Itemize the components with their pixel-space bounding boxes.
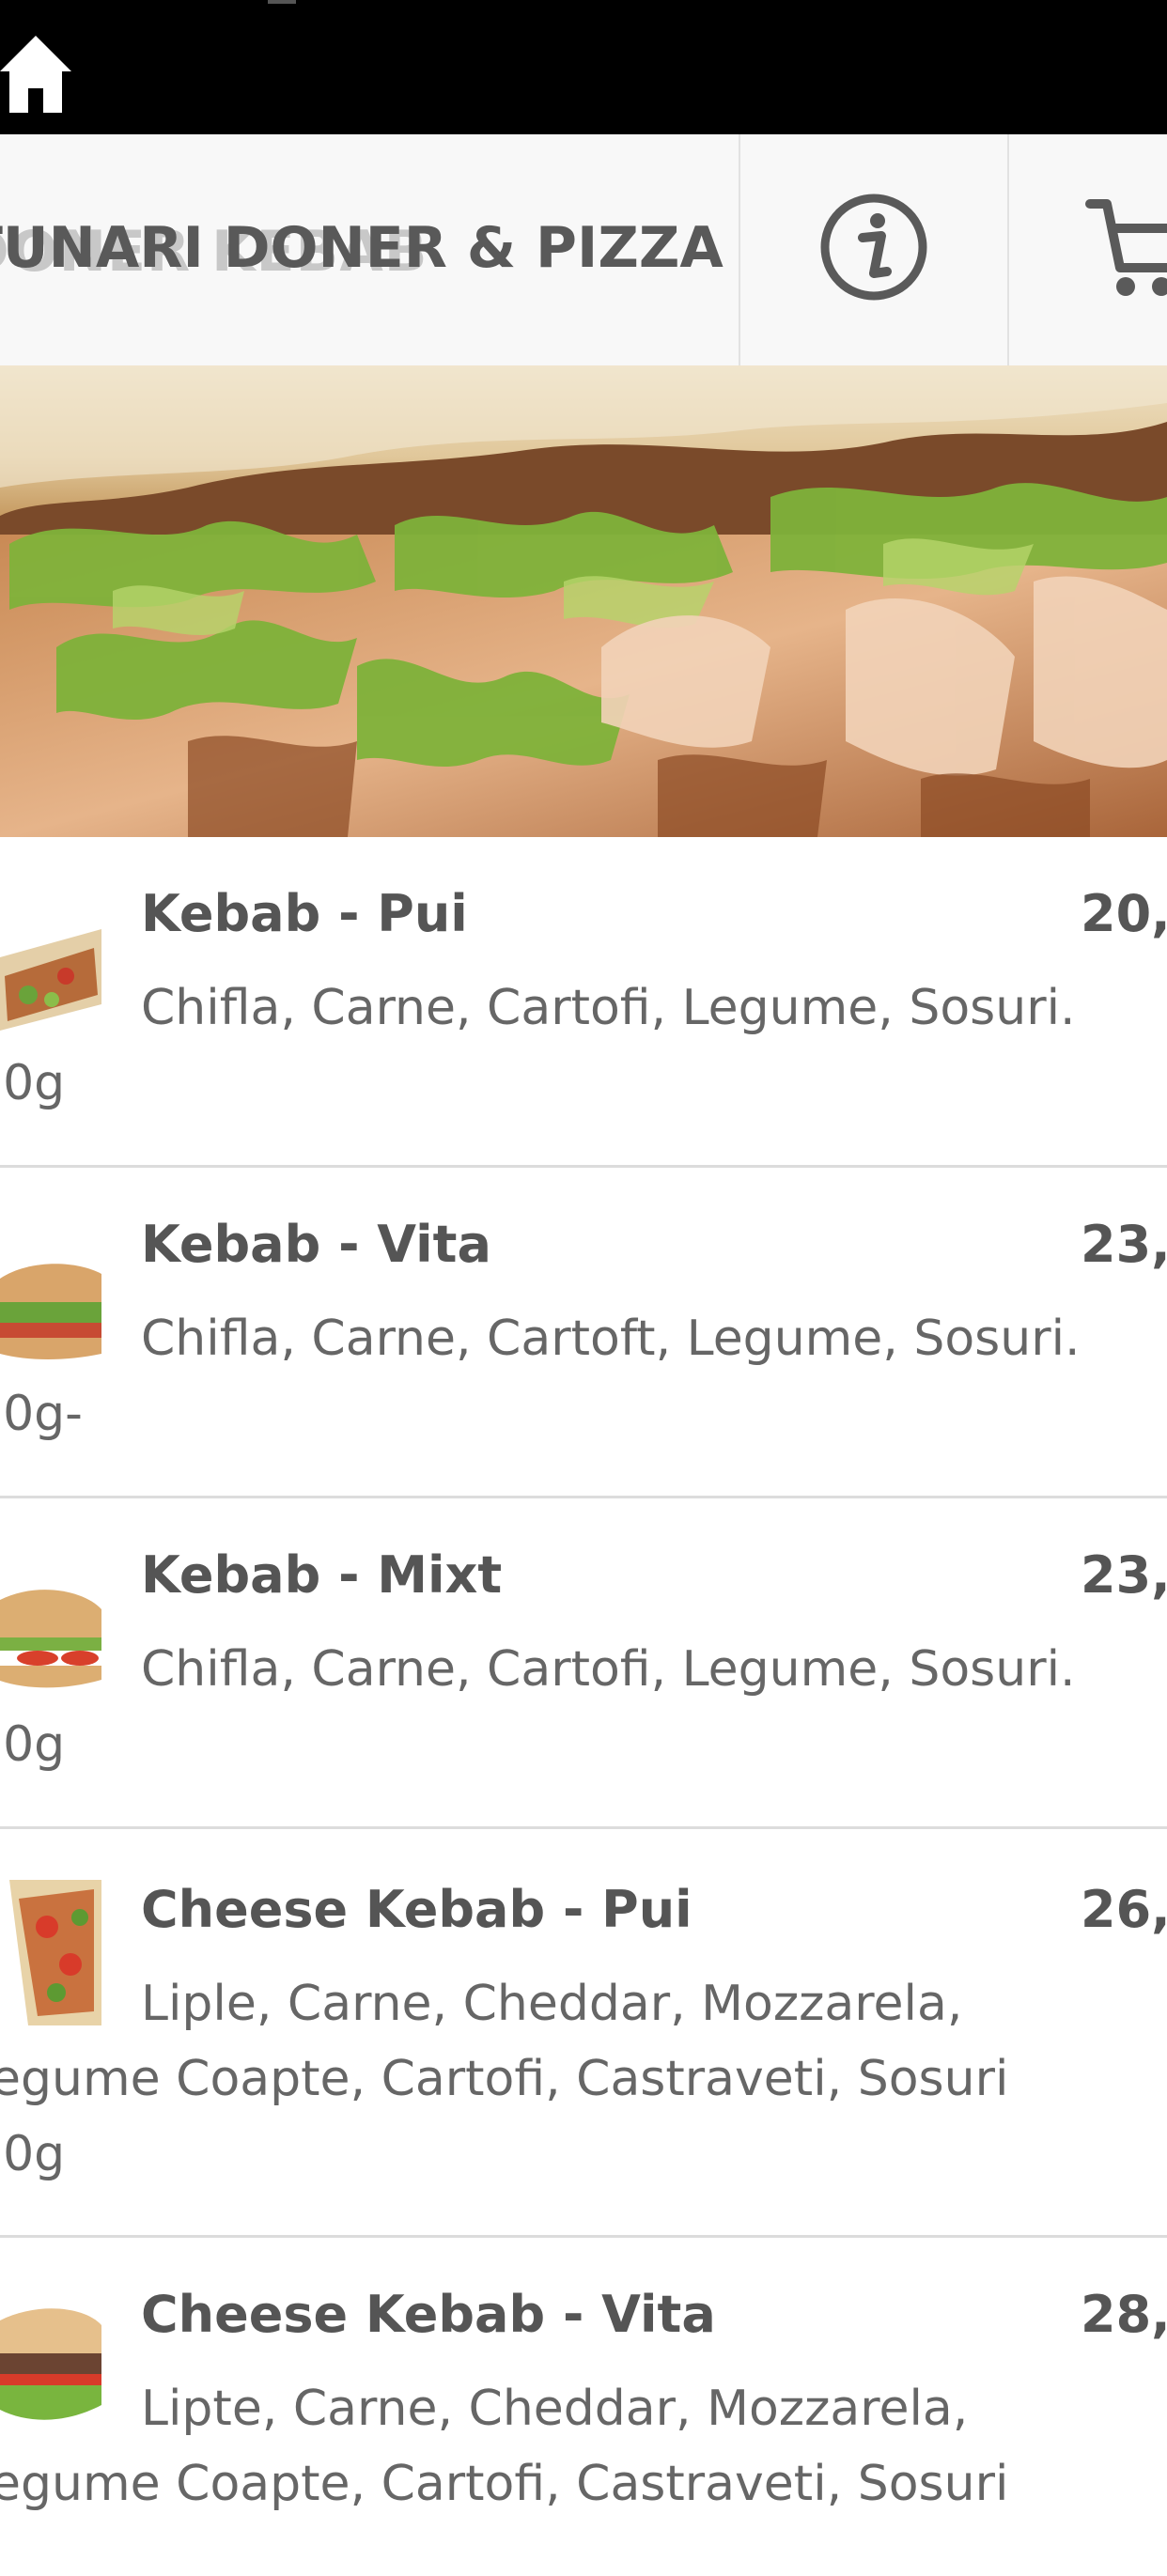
item-price: 23,0 — [1081, 1545, 1167, 1605]
cart-button[interactable] — [1009, 134, 1167, 365]
item-weight-wrap: 50g — [0, 2126, 85, 2192]
menu-item[interactable]: Kebab - Pui 20,0 Chifla, Carne, Cartofi,… — [0, 837, 1167, 1168]
item-weight: 50g- — [0, 1386, 83, 1442]
info-button[interactable] — [740, 134, 1007, 365]
item-name: Kebab - Mixt — [141, 1545, 503, 1605]
item-weight-wrap: 50g- — [0, 1386, 103, 1451]
item-description: Chifla, Carne, Cartofi, Legume, Sosuri. — [141, 1641, 1076, 1698]
restaurant-title: TUNARI DONER & PIZZA — [0, 215, 724, 281]
item-desc-line2-wrap: egume Coapte, Cartofi, Castraveti, Sosur… — [0, 2051, 1167, 2117]
top-bar — [0, 0, 1167, 134]
item-description: Chifla, Carne, Cartofi, Legume, Sosuri. — [141, 980, 1076, 1036]
doner-kebab-photo — [0, 365, 1167, 837]
item-description-line2: egume Coapte, Cartofi, Castraveti, Sosur… — [0, 2456, 1009, 2512]
item-price: 23,0 — [1081, 1215, 1167, 1274]
cart-icon — [1085, 199, 1167, 296]
title-area: DONER KEBAB TUNARI DONER & PIZZA — [0, 134, 739, 365]
status-indicator — [268, 0, 296, 4]
menu-item[interactable]: Kebab - Mixt 23,0 Chifla, Carne, Cartofi… — [0, 1498, 1167, 1829]
item-weight: 50g — [0, 1716, 66, 1773]
item-name: Kebab - Pui — [141, 884, 468, 943]
item-weight-wrap: 50g — [0, 1055, 85, 1121]
item-thumbnail — [0, 2302, 101, 2433]
restaurant-header: DONER KEBAB TUNARI DONER & PIZZA — [0, 134, 1167, 366]
info-icon — [820, 194, 927, 301]
item-price: 20,0 — [1081, 884, 1167, 943]
item-price: 26,0 — [1081, 1880, 1167, 1939]
menu-item[interactable]: Kebab - Vita 23,0 Chifla, Carne, Cartoft… — [0, 1168, 1167, 1498]
item-name: Cheese Kebab - Pui — [141, 1880, 692, 1939]
item-thumbnail — [0, 1250, 101, 1361]
item-weight: 50g — [0, 2126, 66, 2182]
item-weight-wrap: 50g — [0, 1716, 85, 1782]
item-thumbnail — [0, 1581, 101, 1692]
item-desc-line2-wrap: egume Coapte, Cartofi, Castraveti, Sosur… — [0, 2456, 1167, 2522]
item-description-line2: egume Coapte, Cartofi, Castraveti, Sosur… — [0, 2051, 1009, 2107]
item-thumbnail — [0, 1880, 101, 2025]
hero-image — [0, 365, 1167, 837]
item-name: Cheese Kebab - Vita — [141, 2285, 716, 2344]
item-thumbnail — [0, 920, 101, 1031]
item-description: Lipte, Carne, Cheddar, Mozzarela, — [141, 2381, 969, 2437]
item-description: Chifla, Carne, Cartoft, Legume, Sosuri. — [141, 1311, 1081, 1367]
item-name: Kebab - Vita — [141, 1215, 491, 1274]
item-description: Liple, Carne, Cheddar, Mozzarela, — [141, 1976, 963, 2032]
item-weight: 50g — [0, 1055, 66, 1111]
home-icon[interactable] — [0, 30, 75, 116]
menu-item[interactable]: Cheese Kebab - Vita 28,0 Lipte, Carne, C… — [0, 2238, 1167, 2576]
menu-item[interactable]: Cheese Kebab - Pui 26,0 Liple, Carne, Ch… — [0, 1829, 1167, 2238]
item-price: 28,0 — [1081, 2285, 1167, 2344]
